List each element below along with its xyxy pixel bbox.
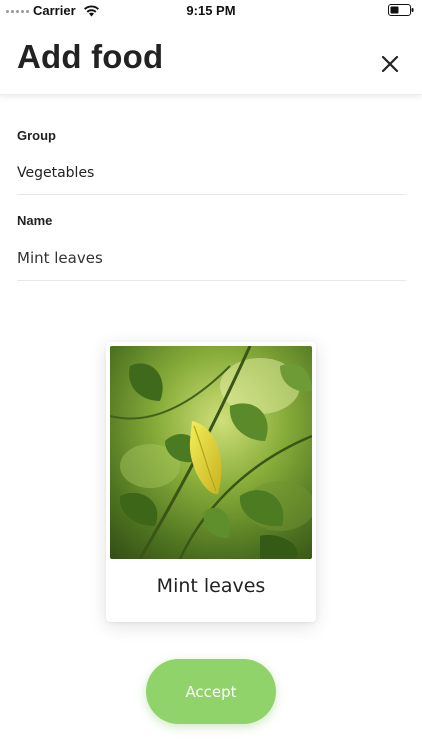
name-field[interactable]: Name xyxy=(17,213,406,281)
status-bar: Carrier 9:15 PM xyxy=(0,0,422,22)
battery-icon xyxy=(388,4,414,16)
status-time: 9:15 PM xyxy=(186,3,236,18)
accept-button[interactable]: Accept xyxy=(146,659,276,724)
name-input[interactable] xyxy=(17,249,406,267)
group-field[interactable]: Group Vegetables xyxy=(17,128,406,195)
header: Add food xyxy=(0,22,422,95)
close-button[interactable] xyxy=(378,52,402,76)
food-card-title: Mint leaves xyxy=(156,575,266,597)
leaf-photo-icon xyxy=(110,346,312,559)
group-value[interactable]: Vegetables xyxy=(17,165,406,181)
close-icon xyxy=(381,55,399,73)
page-title: Add food xyxy=(17,38,164,75)
group-label: Group xyxy=(17,128,56,143)
name-label: Name xyxy=(17,213,53,228)
food-card: Mint leaves xyxy=(106,342,316,622)
